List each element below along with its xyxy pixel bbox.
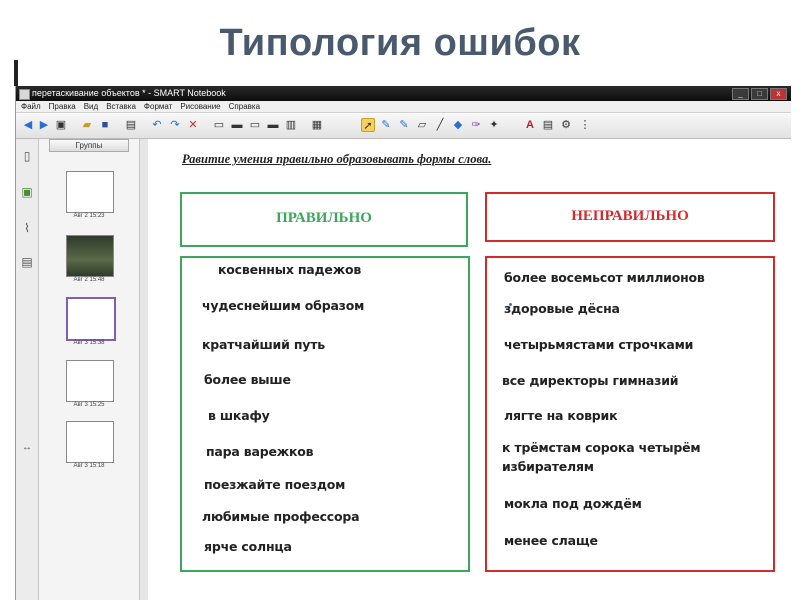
properties-icon[interactable]: ▤ xyxy=(541,118,555,132)
page-thumbnail[interactable] xyxy=(66,360,114,402)
slide-title: Типология ошибок xyxy=(219,22,581,64)
back-icon[interactable]: ◀ xyxy=(21,118,35,132)
undo-icon[interactable]: ↶ xyxy=(150,118,164,132)
gallery-tab-icon[interactable]: ▣ xyxy=(19,183,35,201)
wrong-header-box: НЕПРАВИЛЬНО xyxy=(485,192,775,242)
maximize-button[interactable]: □ xyxy=(751,88,768,100)
menu-draw[interactable]: Рисование xyxy=(180,101,220,112)
smart-notebook-window: перетаскивание объектов * - SMART Notebo… xyxy=(15,86,791,600)
select-icon[interactable]: ➚ xyxy=(361,118,375,132)
title-bar: перетаскивание объектов * - SMART Notebo… xyxy=(16,86,791,101)
shape-icon[interactable]: ◆ xyxy=(451,118,465,132)
page-canvas[interactable]: Равитие умения правильно образовывать фо… xyxy=(148,139,791,600)
groups-button[interactable]: Группы xyxy=(49,139,129,152)
minimize-button[interactable]: _ xyxy=(732,88,749,100)
menu-file[interactable]: Файл xyxy=(21,101,41,112)
draggable-phrase[interactable]: здоровые дёсна xyxy=(504,301,620,316)
draggable-phrase[interactable]: ярче солнца xyxy=(204,539,292,554)
thumbnail-caption: Авг 3 15:25 xyxy=(73,402,105,408)
menu-view[interactable]: Вид xyxy=(84,101,98,112)
draggable-phrase[interactable]: избирателям xyxy=(502,459,594,474)
pen-icon[interactable]: ✎ xyxy=(379,118,393,132)
menu-bar: Файл Правка Вид Вставка Формат Рисование… xyxy=(16,101,791,113)
draggable-phrase[interactable]: более восемьсот миллионов xyxy=(504,270,705,285)
draggable-phrase[interactable]: более выше xyxy=(204,372,291,387)
page-sorter: Группы Авг 2 15:23 Авг 2 15:48 Авг 3 15:… xyxy=(39,139,139,600)
draggable-phrase[interactable]: лягте на коврик xyxy=(504,408,618,423)
paste-icon[interactable]: ▤ xyxy=(124,118,138,132)
side-tabs: ▯ ▣ ⌇ ▤ ↔ xyxy=(16,139,39,600)
correct-label: ПРАВИЛЬНО xyxy=(276,210,372,226)
draggable-phrase[interactable]: чудеснейшим образом xyxy=(202,298,364,313)
magic-pen-icon[interactable]: ✑ xyxy=(469,118,483,132)
correct-header-box: ПРАВИЛЬНО xyxy=(180,192,468,247)
text-icon[interactable]: A xyxy=(523,118,537,132)
creative-pen-icon[interactable]: ✎ xyxy=(397,118,411,132)
eraser-icon[interactable]: ▱ xyxy=(415,118,429,132)
full-screen-icon[interactable]: ▬ xyxy=(266,118,280,132)
save-icon[interactable]: ■ xyxy=(98,118,112,132)
close-button[interactable]: x xyxy=(770,88,787,100)
table-icon[interactable]: ▦ xyxy=(310,118,324,132)
app-icon xyxy=(19,89,30,100)
slide-edge-bar xyxy=(14,60,18,86)
window-title: перетаскивание объектов * - SMART Notebo… xyxy=(32,88,226,98)
draggable-phrase[interactable]: любимые профессора xyxy=(202,509,360,524)
move-toolbar-icon[interactable]: ⚙ xyxy=(559,118,573,132)
toolbar-more-icon[interactable]: ⋮ xyxy=(578,118,592,132)
delete-icon[interactable]: ✕ xyxy=(186,118,200,132)
draggable-phrase[interactable]: косвенных падежов xyxy=(218,262,361,277)
fill-icon[interactable]: ✦ xyxy=(487,118,501,132)
line-icon[interactable]: ╱ xyxy=(433,118,447,132)
forward-icon[interactable]: ▶ xyxy=(37,118,51,132)
draggable-phrase[interactable]: в шкафу xyxy=(208,408,270,423)
task-heading: Равитие умения правильно образовывать фо… xyxy=(182,152,492,166)
draggable-phrase[interactable]: кратчайший путь xyxy=(202,337,325,352)
redo-icon[interactable]: ↷ xyxy=(168,118,182,132)
menu-help[interactable]: Справка xyxy=(229,101,260,112)
properties-tab-icon[interactable]: ▤ xyxy=(19,253,35,271)
thumbnail-caption: Авг 2 15:23 xyxy=(73,213,105,219)
toolbar: ◀ ▶ ▣ ▰ ■ ▤ ↶ ↷ ✕ ▭ ▬ ▭ ▬ ▥ ▦ ➚ ✎ ✎ ▱ ╱ … xyxy=(16,114,791,139)
thumbnail-caption: Авг 2 15:48 xyxy=(73,277,105,283)
draggable-phrase[interactable]: поезжайте поездом xyxy=(204,477,345,492)
open-folder-icon[interactable]: ▰ xyxy=(80,118,94,132)
attachments-tab-icon[interactable]: ⌇ xyxy=(19,219,35,237)
menu-edit[interactable]: Правка xyxy=(49,101,76,112)
draggable-phrase[interactable]: менее слаще xyxy=(504,533,598,548)
display-icon[interactable]: ▬ xyxy=(230,118,244,132)
page-thumbnail[interactable] xyxy=(66,235,114,277)
draggable-phrase[interactable]: пара варежков xyxy=(206,444,314,459)
page-sorter-tab-icon[interactable]: ▯ xyxy=(19,147,35,165)
menu-insert[interactable]: Вставка xyxy=(106,101,136,112)
window-controls: _ □ x xyxy=(732,88,787,100)
cursor-dot xyxy=(509,303,512,306)
resize-arrows-icon[interactable]: ↔ xyxy=(19,439,35,457)
draggable-phrase[interactable]: к трёмстам сорока четырём xyxy=(502,440,701,455)
menu-format[interactable]: Формат xyxy=(144,101,172,112)
wrong-label: НЕПРАВИЛЬНО xyxy=(571,208,689,224)
thumbnail-caption: Авг 3 15:38 xyxy=(73,340,105,346)
thumbnail-caption: Авг 3 15:18 xyxy=(73,463,105,469)
page-thumbnail-active[interactable] xyxy=(66,297,116,341)
dual-page-icon[interactable]: ▥ xyxy=(284,118,298,132)
page-thumbnail[interactable] xyxy=(66,171,114,213)
capture-icon[interactable]: ▭ xyxy=(248,118,262,132)
add-page-icon[interactable]: ▣ xyxy=(54,118,68,132)
draggable-phrase[interactable]: мокла под дождём xyxy=(504,496,642,511)
page-thumbnail[interactable] xyxy=(66,421,114,463)
screen-shade-icon[interactable]: ▭ xyxy=(212,118,226,132)
draggable-phrase[interactable]: четырьмястами строчками xyxy=(504,337,693,352)
draggable-phrase[interactable]: все директоры гимназий xyxy=(502,373,679,388)
